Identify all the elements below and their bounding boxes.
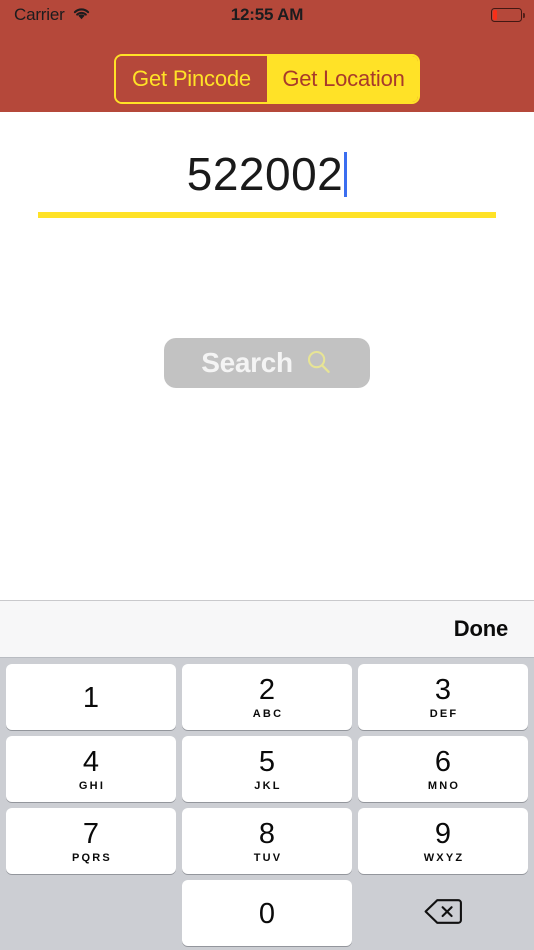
key-3-digit: 3 bbox=[434, 674, 452, 706]
segment-get-location[interactable]: Get Location bbox=[267, 56, 418, 102]
key-9-digit: 9 bbox=[434, 818, 452, 850]
segment-get-pincode[interactable]: Get Pincode bbox=[116, 56, 267, 102]
key-3[interactable]: 3 DEF bbox=[358, 664, 528, 730]
text-caret bbox=[344, 151, 348, 197]
key-8[interactable]: 8 TUV bbox=[182, 808, 352, 874]
content-area: 522002 Search bbox=[0, 112, 534, 600]
keyboard-accessory-toolbar: Done bbox=[0, 600, 534, 658]
keypad-row: 1 2 ABC 3 DEF bbox=[6, 664, 528, 730]
status-bar-time: 12:55 AM bbox=[230, 5, 304, 24]
key-7[interactable]: 7 PQRS bbox=[6, 808, 176, 874]
key-8-digit: 8 bbox=[258, 818, 276, 850]
battery-low-icon bbox=[491, 8, 526, 22]
pincode-input[interactable]: 522002 bbox=[38, 140, 496, 208]
segment-get-location-label: Get Location bbox=[282, 66, 405, 91]
numeric-keyboard: Done 1 2 ABC 3 DEF 4 GHI 5 JKL 6 MNO 7 P… bbox=[0, 600, 534, 950]
key-8-letters: TUV bbox=[253, 852, 283, 864]
key-backspace[interactable] bbox=[358, 880, 528, 946]
key-1-digit: 1 bbox=[82, 681, 100, 714]
key-9[interactable]: 9 WXYZ bbox=[358, 808, 528, 874]
key-7-letters: PQRS bbox=[72, 852, 112, 864]
key-5-letters: JKL bbox=[254, 780, 282, 792]
keypad: 1 2 ABC 3 DEF 4 GHI 5 JKL 6 MNO 7 PQRS 8… bbox=[0, 658, 534, 949]
keypad-row: 0 bbox=[6, 880, 528, 946]
key-4[interactable]: 4 GHI bbox=[6, 736, 176, 802]
segmented-control[interactable]: Get Pincode Get Location bbox=[114, 54, 420, 104]
status-bar: Carrier 12:55 AM bbox=[0, 0, 534, 30]
app-header: Carrier 12:55 AM Get Pincode Get Locatio… bbox=[0, 0, 534, 112]
key-5-digit: 5 bbox=[258, 746, 276, 778]
key-6-digit: 6 bbox=[434, 746, 452, 778]
keypad-row: 4 GHI 5 JKL 6 MNO bbox=[6, 736, 528, 802]
key-1[interactable]: 1 bbox=[6, 664, 176, 730]
keypad-row: 7 PQRS 8 TUV 9 WXYZ bbox=[6, 808, 528, 874]
magnifier-icon bbox=[305, 348, 333, 379]
key-5[interactable]: 5 JKL bbox=[182, 736, 352, 802]
pincode-value: 522002 bbox=[186, 148, 344, 200]
segment-get-pincode-label: Get Pincode bbox=[132, 66, 251, 91]
app-root: Carrier 12:55 AM Get Pincode Get Locatio… bbox=[0, 0, 534, 950]
key-3-letters: DEF bbox=[429, 708, 459, 720]
backspace-icon bbox=[424, 898, 462, 928]
key-2[interactable]: 2 ABC bbox=[182, 664, 352, 730]
key-0-digit: 0 bbox=[258, 897, 276, 930]
status-bar-right bbox=[491, 8, 526, 22]
key-4-digit: 4 bbox=[82, 746, 100, 778]
key-2-digit: 2 bbox=[258, 674, 276, 706]
key-6[interactable]: 6 MNO bbox=[358, 736, 528, 802]
search-button-label: Search bbox=[201, 347, 293, 378]
done-button[interactable]: Done bbox=[454, 616, 508, 642]
key-0[interactable]: 0 bbox=[182, 880, 352, 946]
key-9-letters: WXYZ bbox=[423, 852, 465, 864]
pincode-field-wrapper[interactable]: 522002 bbox=[38, 140, 496, 218]
key-6-letters: MNO bbox=[427, 780, 461, 792]
search-button[interactable]: Search bbox=[164, 338, 370, 388]
key-blank-left bbox=[6, 880, 176, 946]
key-4-letters: GHI bbox=[78, 780, 106, 792]
key-2-letters: ABC bbox=[252, 708, 284, 720]
pincode-underline bbox=[38, 212, 496, 218]
battery-fill bbox=[493, 10, 498, 20]
key-7-digit: 7 bbox=[82, 818, 100, 850]
